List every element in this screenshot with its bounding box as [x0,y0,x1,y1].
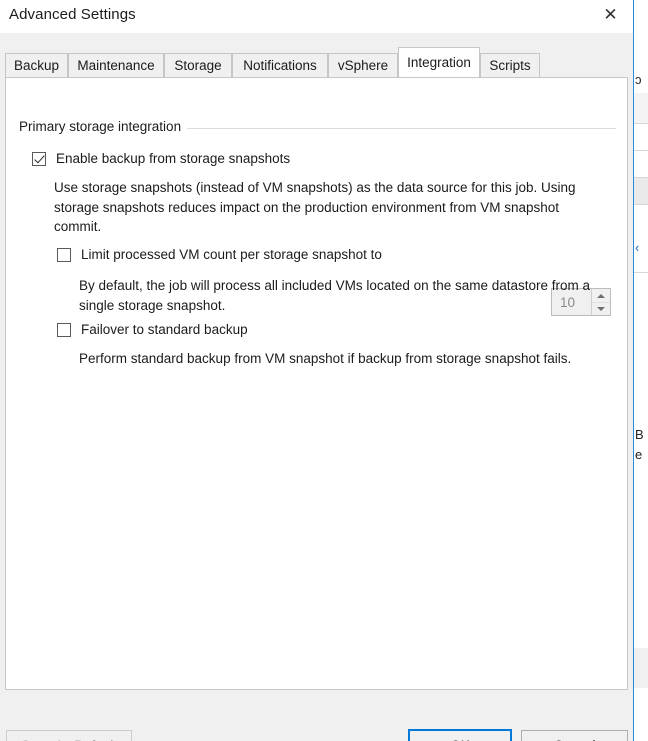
background-toolbar [634,648,648,688]
tab-storage[interactable]: Storage [164,53,232,77]
background-text-fragment: B [635,427,644,442]
checkbox-checked-icon [32,152,46,166]
background-row [634,151,648,177]
checkbox-failover-to-standard-backup[interactable]: Failover to standard backup [57,321,248,338]
advanced-settings-dialog: Advanced Settings ✕ Backup Maintenance S… [0,0,633,741]
save-as-default-button[interactable]: Save As Default [6,730,132,741]
cancel-button[interactable]: Cancel [521,730,628,741]
checkbox-label: Enable backup from storage snapshots [56,151,291,166]
background-divider [634,204,648,205]
tab-backup[interactable]: Backup [5,53,68,77]
background-divider [634,272,648,273]
dialog-title: Advanced Settings [9,6,136,23]
checkbox-limit-processed-vm-count[interactable]: Limit processed VM count per storage sna… [57,246,382,263]
background-row-selected [634,178,648,204]
dialog-titlebar: Advanced Settings ✕ [0,0,633,33]
tab-notifications[interactable]: Notifications [232,53,328,77]
description-limit-vm-count: By default, the job will process all inc… [79,278,591,313]
description-enable-backup: Use storage snapshots (instead of VM sna… [54,180,576,234]
ok-button[interactable]: OK [408,729,512,741]
tab-panel-integration: Primary storage integration Enable backu… [5,77,628,690]
screen: ɔ ‹ B e Advanced Settings ✕ Backup Maint… [0,0,648,741]
background-text-fragment: ɔ [635,72,642,87]
checkbox-label: Failover to standard backup [81,322,248,337]
tabstrip: Backup Maintenance Storage Notifications… [5,47,628,77]
tab-vsphere[interactable]: vSphere [328,53,398,77]
tab-scripts[interactable]: Scripts [480,53,540,77]
background-row [634,93,648,123]
dialog-body: Backup Maintenance Storage Notifications… [0,33,633,741]
description-failover: Perform standard backup from VM snapshot… [79,351,572,366]
background-window[interactable]: ɔ ‹ B e [632,0,648,741]
tab-maintenance[interactable]: Maintenance [68,53,164,77]
checkbox-enable-backup-from-storage-snapshots[interactable]: Enable backup from storage snapshots [32,150,290,167]
checkbox-label: Limit processed VM count per storage sna… [81,247,382,262]
background-text-fragment: e [635,447,643,462]
close-icon: ✕ [603,5,618,25]
checkbox-unchecked-icon [57,323,71,337]
background-row [634,124,648,150]
tab-integration[interactable]: Integration [398,47,480,77]
close-button[interactable]: ✕ [588,0,633,31]
group-box-title: Primary storage integration [19,119,188,134]
checkbox-unchecked-icon [57,248,71,262]
background-text-fragment: ‹ [635,240,640,255]
